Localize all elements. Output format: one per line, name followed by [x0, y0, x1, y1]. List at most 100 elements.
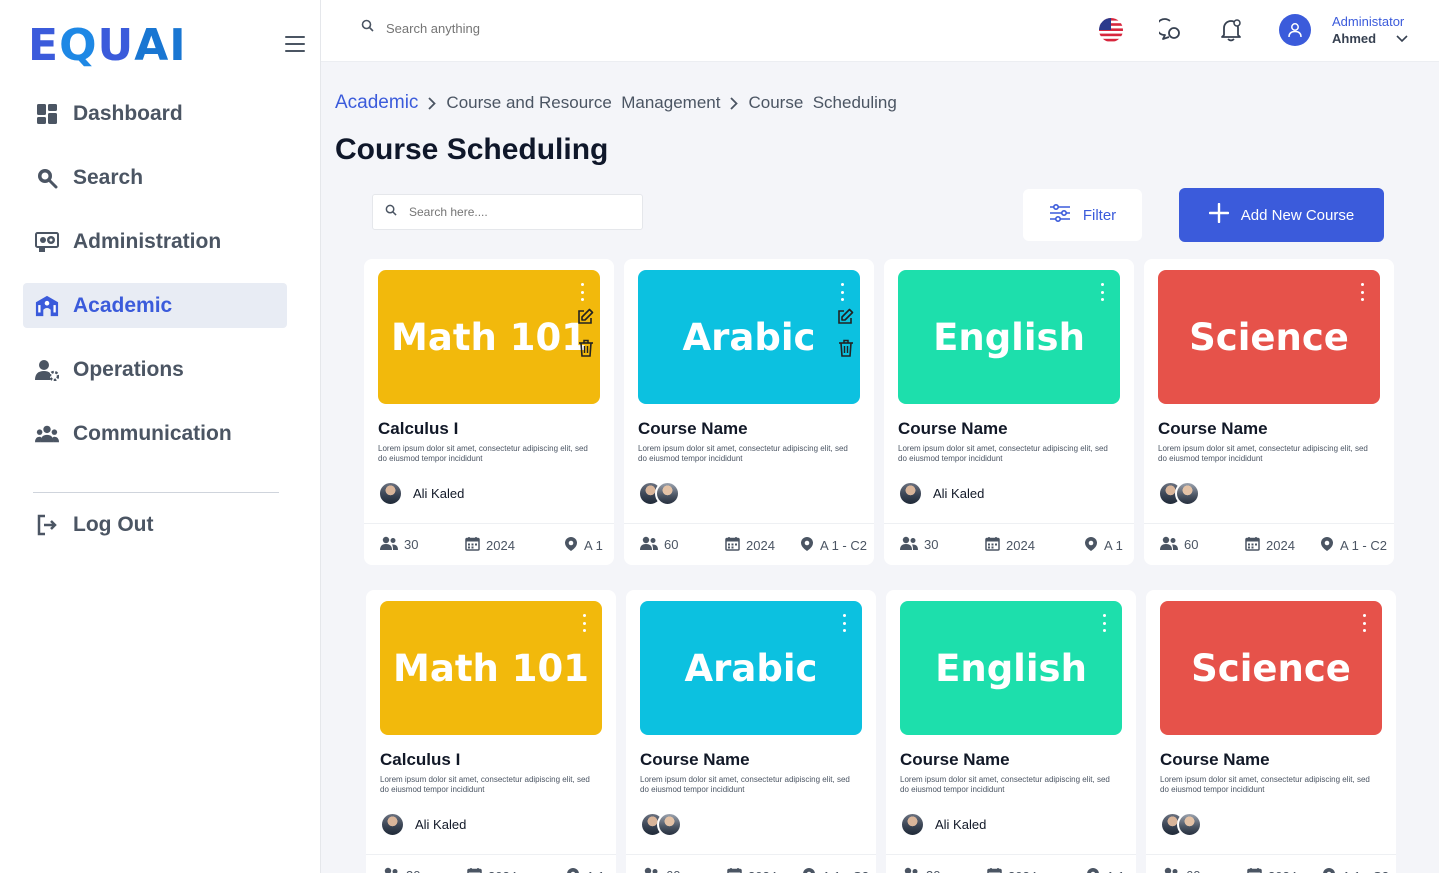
more-vertical-icon[interactable] [578, 614, 590, 632]
users-icon [1160, 536, 1178, 553]
room-stat: A 1 - C2 [1320, 536, 1387, 555]
course-banner[interactable]: Arabic [638, 270, 860, 404]
logout-icon [35, 513, 59, 537]
course-card[interactable]: Arabic Course Name Lorem ipsum dolor sit… [624, 259, 874, 565]
sidebar-item-operations[interactable]: Operations [23, 347, 287, 392]
edit-icon[interactable] [576, 308, 594, 331]
global-search-input[interactable] [386, 20, 686, 36]
course-year: 2024 [1008, 869, 1037, 873]
more-vertical-icon[interactable] [1356, 283, 1368, 301]
plus-icon [1208, 202, 1229, 227]
course-banner-title: Science [1189, 315, 1349, 359]
students-count: 30 [404, 537, 419, 552]
course-stats: 60 2024 A 1 - C2 [1146, 854, 1396, 873]
students-stat: 60 [1162, 867, 1200, 873]
sidebar-item-academic[interactable]: Academic [23, 283, 287, 328]
course-card[interactable]: English Course Name Lorem ipsum dolor si… [886, 590, 1136, 873]
course-card[interactable]: Arabic Course Name Lorem ipsum dolor sit… [626, 590, 876, 873]
filter-button[interactable]: Filter [1023, 189, 1142, 241]
course-card[interactable]: Science Course Name Lorem ipsum dolor si… [1144, 259, 1394, 565]
course-card[interactable]: Science Course Name Lorem ipsum dolor si… [1146, 590, 1396, 873]
course-banner[interactable]: English [898, 270, 1120, 404]
chevron-right-icon [730, 96, 739, 110]
course-banner[interactable]: English [900, 601, 1122, 735]
location-pin-icon [802, 867, 816, 873]
course-banner[interactable]: Math 101 [378, 270, 600, 404]
course-banner[interactable]: Arabic [640, 601, 862, 735]
course-card[interactable]: English Course Name Lorem ipsum dolor si… [884, 259, 1134, 565]
course-description: Lorem ipsum dolor sit amet, consectetur … [638, 444, 848, 463]
more-vertical-icon[interactable] [1098, 614, 1110, 632]
breadcrumb-course-scheduling: Course Scheduling [748, 93, 897, 112]
course-room: A 1 [586, 869, 605, 873]
user-menu[interactable]: Administator Ahmed [1332, 14, 1408, 46]
user-avatar-icon[interactable] [1279, 14, 1311, 46]
dashboard-icon [35, 102, 59, 126]
course-year: 2024 [1268, 869, 1297, 873]
communication-icon [35, 422, 59, 446]
breadcrumb-academic[interactable]: Academic [335, 92, 418, 114]
course-name: Calculus I [380, 750, 461, 769]
breadcrumb-course-resource[interactable]: Course and Resource Management [446, 93, 720, 113]
user-name: Ahmed [1332, 31, 1377, 46]
course-teachers: Ali Kaled [380, 812, 466, 837]
calendar-icon [727, 867, 742, 873]
chat-icon[interactable] [1158, 17, 1184, 43]
more-vertical-icon[interactable] [838, 614, 850, 632]
search-icon [35, 166, 59, 190]
add-new-course-button[interactable]: Add New Course [1179, 188, 1384, 242]
more-vertical-icon[interactable] [576, 283, 588, 301]
trash-icon[interactable] [578, 339, 594, 362]
topbar: Administator Ahmed [321, 0, 1439, 62]
teacher-avatar [900, 812, 925, 837]
course-banner[interactable]: Science [1158, 270, 1380, 404]
course-name: Course Name [900, 750, 1010, 769]
course-teachers: Ali Kaled [900, 812, 986, 837]
teacher-avatar [1177, 812, 1202, 837]
course-card[interactable]: Math 101 Calculus I Lorem ipsum dolor si… [366, 590, 616, 873]
administration-icon [35, 230, 59, 254]
course-search [372, 194, 643, 230]
sidebar-item-label: Dashboard [73, 101, 183, 125]
course-banner[interactable]: Science [1160, 601, 1382, 735]
chevron-right-icon [428, 96, 437, 110]
course-stats: 30 2024 A 1 [886, 854, 1136, 873]
notification-bell-icon[interactable] [1218, 17, 1244, 43]
us-flag-icon[interactable] [1098, 17, 1124, 43]
more-vertical-icon[interactable] [1358, 614, 1370, 632]
course-room: A 1 [1106, 869, 1125, 873]
sidebar-item-search[interactable]: Search [23, 155, 287, 200]
course-name: Course Name [638, 419, 748, 438]
year-stat: 2024 [985, 536, 1035, 554]
teacher-avatar [380, 812, 405, 837]
more-vertical-icon[interactable] [836, 283, 848, 301]
trash-icon[interactable] [838, 339, 854, 362]
course-search-input[interactable] [409, 205, 629, 219]
course-banner[interactable]: Math 101 [380, 601, 602, 735]
sidebar-item-dashboard[interactable]: Dashboard [23, 91, 287, 136]
course-teachers [1160, 812, 1202, 837]
teacher-name: Ali Kaled [933, 486, 985, 501]
calendar-icon [465, 536, 480, 554]
sidebar-item-label: Communication [73, 421, 232, 445]
sidebar-item-administration[interactable]: Administration [23, 219, 287, 264]
students-count: 30 [926, 868, 940, 873]
sidebar-item-communication[interactable]: Communication [23, 411, 287, 456]
students-stat: 30 [902, 867, 940, 873]
course-stats: 30 2024 A 1 [364, 523, 614, 565]
app-logo[interactable]: E Q U AI [28, 20, 187, 71]
course-card[interactable]: Math 101 Calculus I Lorem ipsum dolor si… [364, 259, 614, 565]
more-vertical-icon[interactable] [1096, 283, 1108, 301]
course-description: Lorem ipsum dolor sit amet, consectetur … [640, 775, 850, 794]
menu-toggle-icon[interactable] [285, 36, 305, 52]
edit-icon[interactable] [836, 308, 854, 331]
sidebar-item-label: Academic [73, 293, 173, 317]
course-name: Calculus I [378, 419, 459, 438]
students-stat: 60 [640, 536, 678, 553]
academic-icon [35, 294, 59, 318]
teacher-name: Ali Kaled [935, 817, 987, 832]
logout-button[interactable]: Log Out [23, 502, 287, 547]
teacher-avatar [657, 812, 682, 837]
course-stats: 60 2024 A 1 - C2 [1144, 523, 1394, 565]
calendar-icon [985, 536, 1000, 554]
